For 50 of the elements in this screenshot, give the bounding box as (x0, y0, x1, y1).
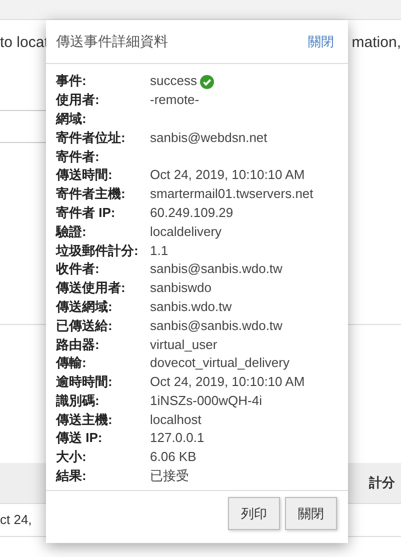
field-label: 識別碼: (56, 392, 100, 410)
field-label: 網域: (56, 110, 88, 128)
field-label: 路由器: (56, 336, 100, 354)
field-value: localhost (150, 410, 202, 429)
check-icon (200, 74, 214, 89)
dialog-title: 傳送事件詳細資料 (56, 32, 168, 52)
field-value: sanbiswdo (150, 279, 212, 298)
field-label: 收件者: (56, 260, 100, 278)
column-header: 計分 (369, 474, 395, 492)
print-button[interactable]: 列印 (228, 497, 280, 530)
field-label: 寄件者 IP: (56, 204, 116, 222)
field-label: 使用者: (56, 91, 100, 110)
field-value: smartermail01.twservers.net (150, 185, 314, 204)
field-label: 結果: (56, 467, 88, 486)
field-value: 1.1 (150, 242, 168, 260)
field-value: Oct 24, 2019, 10:10:10 AM (150, 166, 305, 184)
field-label: 大小: (56, 448, 88, 466)
intro-text: mation, (352, 33, 401, 53)
field-label: 傳送主機: (56, 410, 114, 429)
field-label: 事件: (56, 72, 88, 90)
field-label: 傳送 IP: (56, 429, 104, 448)
field-label: 寄件者: (56, 148, 100, 166)
field-value: virtual_user (150, 336, 218, 354)
close-button[interactable]: 關閉 (285, 497, 337, 530)
field-value: 60.249.109.29 (150, 204, 234, 222)
field-value: -remote- (150, 91, 200, 110)
field-value: 6.06 KB (150, 448, 196, 466)
field-label: 寄件者位址: (56, 128, 126, 147)
field-label: 逾時時間: (56, 373, 114, 392)
field-label: 傳送時間: (56, 166, 114, 184)
field-label: 驗證: (56, 222, 88, 241)
field-label: 傳送使用者: (56, 279, 126, 298)
field-value: success (150, 72, 197, 90)
field-value: sanbis@sanbis.wdo.tw (150, 316, 282, 335)
close-link[interactable]: 關閉 (308, 32, 334, 52)
table-cell-text: ct 24, (0, 511, 32, 530)
field-value: Oct 24, 2019, 10:10:10 AM (150, 373, 305, 392)
field-label: 傳送網域: (56, 298, 114, 316)
field-label: 傳輸: (56, 354, 88, 372)
field-label: 寄件者主機: (56, 185, 126, 204)
field-label: 已傳送給: (56, 316, 114, 335)
field-value: dovecot_virtual_delivery (150, 354, 290, 372)
field-value: 1iNSZs-000wQH-4i (150, 392, 262, 410)
field-label: 垃圾郵件計分: (56, 242, 140, 260)
field-value: sanbis.wdo.tw (150, 298, 232, 316)
field-value: 127.0.0.1 (150, 429, 204, 448)
field-value: 已接受 (150, 467, 189, 486)
field-value: sanbis@webdsn.net (150, 128, 268, 147)
field-value: sanbis@sanbis.wdo.tw (150, 260, 282, 278)
field-value: localdelivery (150, 222, 222, 241)
